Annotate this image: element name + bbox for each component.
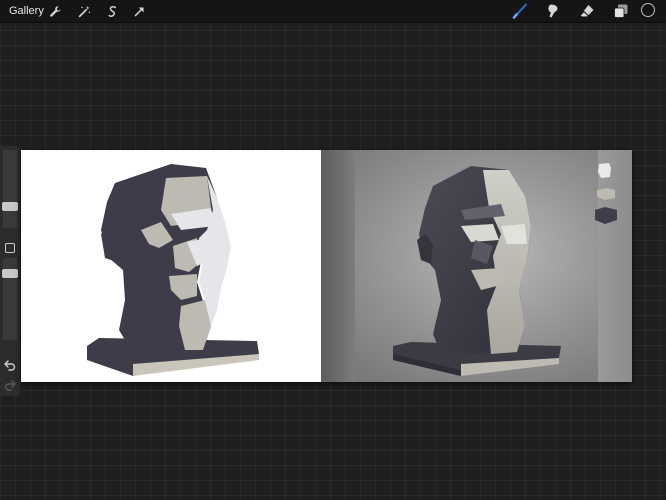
selection-icon[interactable] (105, 4, 119, 18)
gallery-button[interactable]: Gallery (9, 5, 44, 17)
smudge-icon[interactable] (545, 3, 561, 19)
swatch-mid (597, 188, 615, 200)
swatch-dark (595, 207, 617, 224)
top-toolbar: Gallery (0, 0, 666, 22)
palette-swatches (595, 163, 617, 224)
transform-arrow-icon[interactable] (132, 4, 146, 18)
color-picker-button[interactable] (641, 3, 655, 17)
swatch-light (598, 163, 611, 178)
opacity-slider-thumb[interactable] (2, 268, 18, 278)
undo-icon[interactable] (4, 358, 16, 376)
planar-head-sculpture (393, 166, 561, 376)
reference-photo (321, 150, 632, 382)
brush-icon[interactable] (512, 3, 528, 19)
modify-button[interactable] (5, 243, 15, 253)
brush-size-slider[interactable] (3, 150, 17, 228)
layers-icon[interactable] (613, 3, 629, 19)
wrench-icon[interactable] (48, 4, 62, 18)
eraser-icon[interactable] (579, 3, 595, 19)
brush-size-slider-thumb[interactable] (2, 201, 18, 211)
redo-icon[interactable] (4, 378, 16, 396)
drawing-canvas[interactable] (21, 150, 632, 382)
painted-study (21, 150, 321, 382)
left-sidebar (0, 146, 20, 396)
magic-wand-icon[interactable] (77, 4, 91, 18)
planar-head-painting (87, 164, 259, 376)
